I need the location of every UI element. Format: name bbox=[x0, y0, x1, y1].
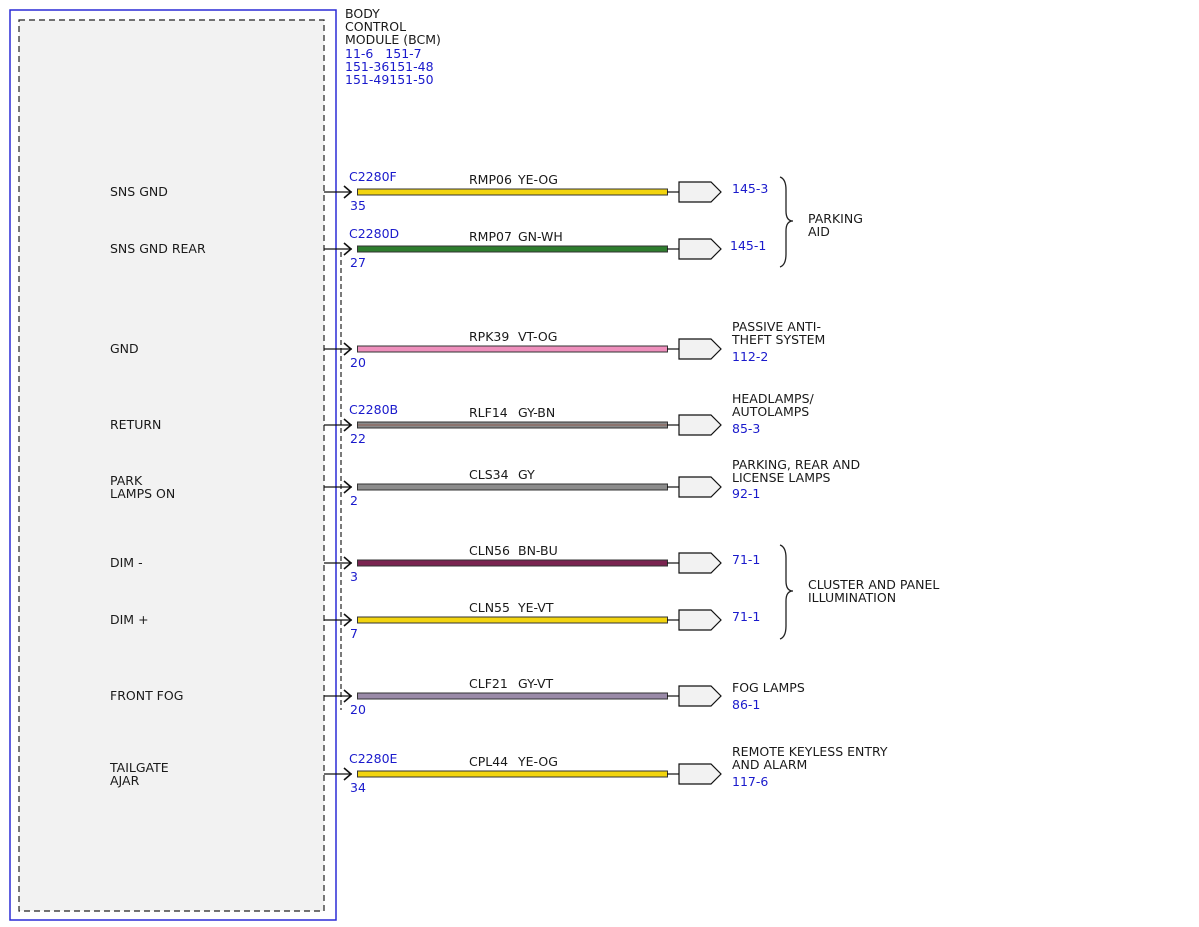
page-reference: 145-3 bbox=[732, 181, 768, 196]
destination-arrow bbox=[678, 181, 722, 203]
wire-tracer bbox=[358, 695, 667, 697]
pin-label-line: LAMPS ON bbox=[110, 486, 175, 501]
pin-number: 7 bbox=[350, 626, 358, 641]
destination-line: LICENSE LAMPS bbox=[732, 470, 831, 485]
wire-color-code: BN-BU bbox=[518, 543, 558, 558]
wire-tracer bbox=[358, 486, 667, 488]
connector-id: C2280B bbox=[349, 402, 398, 417]
brace-cluster-illumination bbox=[779, 544, 794, 640]
pin-label: DIM + bbox=[110, 612, 149, 627]
pin-label: GND bbox=[110, 341, 139, 356]
destination-arrow bbox=[678, 763, 722, 785]
wire-color-code: YE-OG bbox=[517, 754, 558, 769]
destination-arrow bbox=[678, 609, 722, 631]
pin-label: DIM - bbox=[110, 555, 143, 570]
circuit-number: RMP06 bbox=[469, 172, 512, 187]
pin-label: SNS GND REAR bbox=[110, 241, 206, 256]
pin-label-line: FRONT FOG bbox=[110, 688, 183, 703]
pin-number: 20 bbox=[350, 702, 366, 717]
destination-line: FOG LAMPS bbox=[732, 680, 805, 695]
wire-tracer bbox=[358, 424, 667, 426]
circuit-number: CLS34 bbox=[469, 467, 509, 482]
page-reference: 145-1 bbox=[730, 238, 766, 253]
brace-parking-aid bbox=[779, 176, 794, 268]
module-refs: 11-6 151-7 151-36151-48 151-49151-50 bbox=[345, 46, 438, 87]
page-reference: 71-1 bbox=[732, 552, 760, 567]
pin-number: 35 bbox=[350, 198, 366, 213]
wiring-diagram: BODY CONTROL MODULE (BCM) 11-6 151-7 151… bbox=[9, 6, 943, 921]
pin-label-line: DIM + bbox=[110, 612, 149, 627]
pin-number: 34 bbox=[350, 780, 366, 795]
wire-tracer bbox=[358, 248, 667, 250]
destination-ref: 85-3 bbox=[732, 421, 760, 436]
pin-label: RETURN bbox=[110, 417, 161, 432]
destination-line: THEFT SYSTEM bbox=[731, 332, 825, 347]
module-title: BODY CONTROL MODULE (BCM) bbox=[345, 6, 441, 47]
pin-label-line: SNS GND bbox=[110, 184, 168, 199]
module-inner-dashed bbox=[18, 19, 325, 912]
wire-color-code: GY-BN bbox=[518, 405, 555, 420]
destination-arrow bbox=[678, 552, 722, 574]
wire-tracer bbox=[358, 773, 667, 775]
pin-number: 2 bbox=[350, 493, 358, 508]
pin-label: FRONT FOG bbox=[110, 688, 183, 703]
destination-arrow bbox=[678, 338, 722, 360]
circuit-number: CLN56 bbox=[469, 543, 510, 558]
pin-number: 3 bbox=[350, 569, 358, 584]
connector-id: C2280E bbox=[349, 751, 398, 766]
wire-tracer bbox=[358, 348, 667, 350]
destination-fog-lamps: FOG LAMPS bbox=[732, 680, 805, 695]
pin-number: 22 bbox=[350, 431, 366, 446]
destination-arrow bbox=[678, 414, 722, 436]
destination-ref: 92-1 bbox=[732, 486, 760, 501]
circuit-number: CLN55 bbox=[469, 600, 510, 615]
destination-line: ILLUMINATION bbox=[808, 590, 896, 605]
pin-number: 20 bbox=[350, 355, 366, 370]
circuit-number: RPK39 bbox=[469, 329, 509, 344]
pin-label-line: DIM - bbox=[110, 555, 143, 570]
destination-ref: 86-1 bbox=[732, 697, 760, 712]
destination-line: AUTOLAMPS bbox=[732, 404, 809, 419]
destination-ref: 117-6 bbox=[732, 774, 768, 789]
circuit-number: CPL44 bbox=[469, 754, 508, 769]
pin-label-line: AJAR bbox=[110, 773, 140, 788]
module-ref-line: 151-49151-50 bbox=[345, 72, 434, 87]
circuit-number: RLF14 bbox=[469, 405, 508, 420]
wire-color-code: VT-OG bbox=[518, 329, 557, 344]
destination-cluster: CLUSTER AND PANEL ILLUMINATION bbox=[808, 577, 943, 605]
wire-color-code: GY-VT bbox=[518, 676, 554, 691]
wire-color-code: GN-WH bbox=[518, 229, 563, 244]
destination-parking-aid: PARKING AID bbox=[808, 211, 867, 239]
wire-color-code: YE-OG bbox=[517, 172, 558, 187]
wire-tracer bbox=[358, 191, 667, 193]
pin-label-line: RETURN bbox=[110, 417, 161, 432]
destination-pats: PASSIVE ANTI- THEFT SYSTEM bbox=[731, 319, 825, 347]
destination-arrow bbox=[678, 238, 722, 260]
pin-number: 27 bbox=[350, 255, 366, 270]
pin-label-line: GND bbox=[110, 341, 139, 356]
connector-id: C2280F bbox=[349, 169, 397, 184]
module-title-line: MODULE (BCM) bbox=[345, 32, 441, 47]
destination-line: AND ALARM bbox=[732, 757, 807, 772]
pin-label: SNS GND bbox=[110, 184, 168, 199]
circuit-number: CLF21 bbox=[469, 676, 508, 691]
destination-headlamps: HEADLAMPS/ AUTOLAMPS bbox=[732, 391, 818, 419]
destination-arrow bbox=[678, 476, 722, 498]
destination-ref: 112-2 bbox=[732, 349, 768, 364]
wire-color-code: GY bbox=[518, 467, 535, 482]
destination-parking-lamps: PARKING, REAR AND LICENSE LAMPS bbox=[732, 457, 864, 485]
circuit-number: RMP07 bbox=[469, 229, 512, 244]
page-reference: 71-1 bbox=[732, 609, 760, 624]
destination-rke: REMOTE KEYLESS ENTRY AND ALARM bbox=[732, 744, 892, 772]
connector-id: C2280D bbox=[349, 226, 399, 241]
wire-color-code: YE-VT bbox=[517, 600, 554, 615]
wire-tracer bbox=[358, 562, 667, 564]
pin-label-line: SNS GND REAR bbox=[110, 241, 206, 256]
wire-tracer bbox=[358, 619, 667, 621]
destination-line: AID bbox=[808, 224, 830, 239]
destination-arrow bbox=[678, 685, 722, 707]
